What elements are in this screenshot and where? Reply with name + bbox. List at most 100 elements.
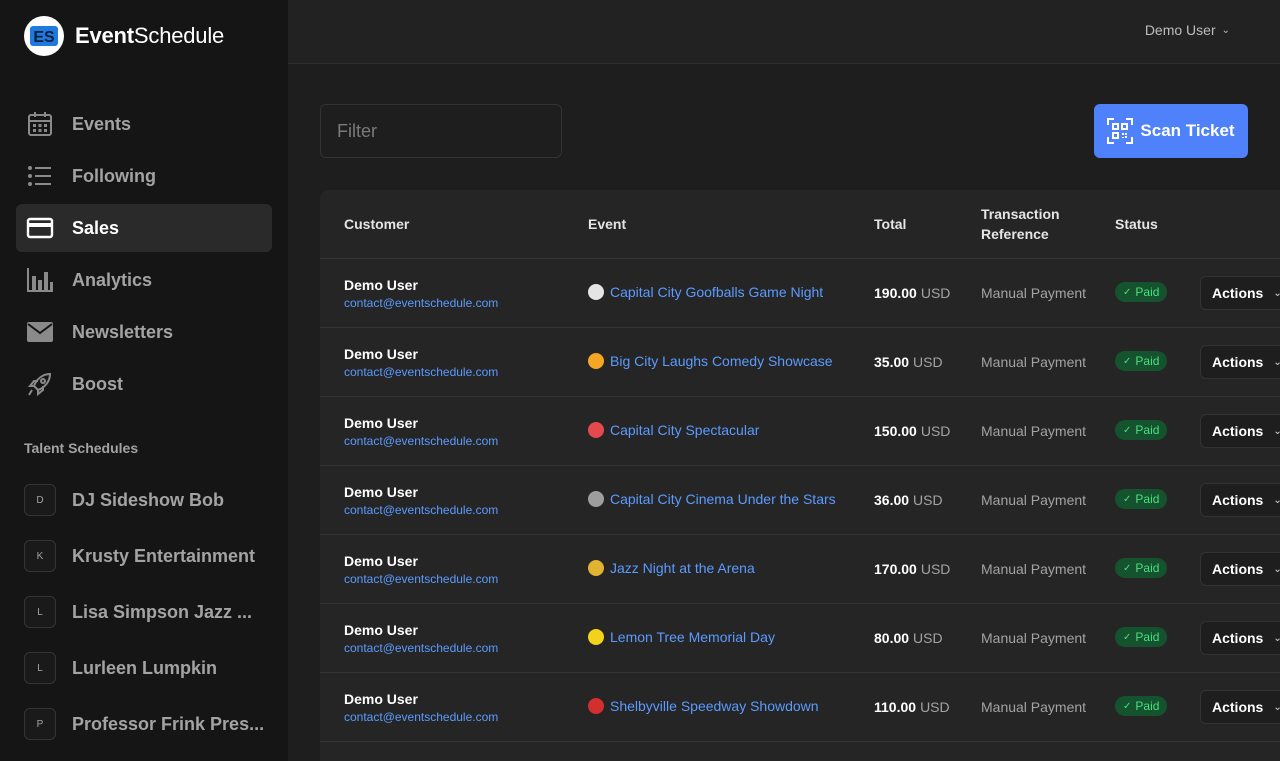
actions-dropdown[interactable]: Actions ⌄: [1200, 414, 1280, 448]
column-transaction-reference: Transaction Reference: [981, 206, 1060, 242]
column-total: Total: [874, 216, 907, 232]
order-total: 35.00 USD: [874, 354, 943, 370]
status-badge: ✓ Paid: [1115, 558, 1168, 578]
talent-item[interactable]: K Krusty Entertainment: [24, 528, 272, 584]
user-menu[interactable]: Demo User ⌄: [1145, 22, 1230, 38]
nav-item-following[interactable]: Following: [16, 152, 272, 200]
order-total: 80.00 USD: [874, 630, 943, 646]
talent-item[interactable]: P Professor Frink Pres...: [24, 696, 272, 752]
talent-name: Lurleen Lumpkin: [72, 657, 218, 678]
event-emoji-icon: [588, 629, 604, 645]
talent-name: Krusty Entertainment: [72, 545, 256, 566]
table-row: Demo User contact@eventschedule.com Capi…: [320, 397, 1280, 466]
nav-label: Analytics: [72, 269, 153, 290]
event-emoji-icon: [588, 422, 604, 438]
event-emoji-icon: [588, 353, 604, 369]
event-link[interactable]: Capital City Cinema Under the Stars: [588, 491, 836, 507]
event-link[interactable]: Jazz Night at the Arena: [588, 560, 755, 576]
list-icon: [26, 162, 54, 190]
order-total: 190.00 USD: [874, 285, 951, 301]
scan-ticket-label: Scan Ticket: [1140, 121, 1235, 140]
calendar-icon: [26, 110, 54, 138]
check-icon: ✓: [1123, 286, 1132, 298]
event-name: Capital City Goofballs Game Night: [610, 284, 824, 300]
transaction-reference: Manual Payment: [981, 561, 1087, 577]
nav-item-events[interactable]: Events: [16, 100, 272, 148]
transaction-reference: Manual Payment: [981, 285, 1087, 301]
talent-item[interactable]: L Lisa Simpson Jazz ...: [24, 584, 272, 640]
actions-dropdown[interactable]: Actions ⌄: [1200, 276, 1280, 310]
credit-card-icon: [26, 214, 54, 242]
status-badge: ✓ Paid: [1115, 627, 1168, 647]
filter-input[interactable]: [320, 104, 562, 158]
talent-avatar: D: [24, 484, 56, 516]
chevron-down-icon: ⌄: [1273, 494, 1280, 506]
event-name: Capital City Spectacular: [610, 422, 760, 438]
customer-email-link[interactable]: contact@eventschedule.com: [344, 503, 498, 517]
sales-table: Customer Event Total Transaction Referen…: [320, 190, 1280, 761]
brand-name: EventSchedule: [75, 23, 225, 48]
chevron-down-icon: ⌄: [1221, 24, 1230, 36]
event-link[interactable]: Capital City Goofballs Game Night: [588, 284, 823, 300]
nav-label: Sales: [72, 217, 120, 238]
main-nav: Events Following Sales Analytics Newslet…: [16, 100, 272, 412]
talent-name: Lisa Simpson Jazz ...: [72, 601, 253, 622]
talent-list: D DJ Sideshow Bob K Krusty Entertainment…: [24, 472, 272, 752]
event-link[interactable]: Lemon Tree Memorial Day: [588, 629, 775, 645]
qr-code-icon: [1107, 118, 1134, 144]
customer-name: Demo User: [344, 622, 418, 638]
event-emoji-icon: [588, 698, 604, 714]
talent-item[interactable]: L Lurleen Lumpkin: [24, 640, 272, 696]
event-name: Shelbyville Speedway Showdown: [610, 698, 819, 714]
check-icon: ✓: [1123, 424, 1132, 436]
logo-icon: ES: [24, 16, 64, 56]
nav-label: Boost: [72, 373, 123, 394]
order-total: 110.00 USD: [874, 699, 950, 715]
customer-name: Demo User: [344, 415, 418, 431]
nav-item-boost[interactable]: Boost: [16, 360, 272, 408]
nav-label: Following: [72, 165, 156, 186]
column-status: Status: [1115, 216, 1158, 232]
transaction-reference: Manual Payment: [981, 354, 1087, 370]
talent-item[interactable]: D DJ Sideshow Bob: [24, 472, 272, 528]
customer-email-link[interactable]: contact@eventschedule.com: [344, 710, 498, 724]
rocket-icon: [26, 370, 54, 398]
event-link[interactable]: Capital City Spectacular: [588, 422, 759, 438]
talent-section-title: Talent Schedules: [24, 440, 139, 456]
nav-item-sales[interactable]: Sales: [16, 204, 272, 252]
actions-dropdown[interactable]: Actions ⌄: [1200, 345, 1280, 379]
table-row: Demo User contact@eventschedule.com Jazz…: [320, 535, 1280, 604]
brand-logo[interactable]: ES EventSchedule: [24, 16, 224, 56]
check-icon: ✓: [1123, 355, 1132, 367]
customer-email-link[interactable]: contact@eventschedule.com: [344, 641, 498, 655]
order-total: 150.00 USD: [874, 423, 951, 439]
customer-email-link[interactable]: contact@eventschedule.com: [344, 572, 498, 586]
customer-email-link[interactable]: contact@eventschedule.com: [344, 365, 498, 379]
table-row: Demo User contact@eventschedule.com Big …: [320, 328, 1280, 397]
actions-dropdown[interactable]: Actions ⌄: [1200, 690, 1280, 724]
order-total: 170.00 USD: [874, 561, 951, 577]
status-badge: ✓ Paid: [1115, 351, 1168, 371]
talent-name: DJ Sideshow Bob: [72, 489, 225, 510]
column-customer: Customer: [344, 216, 410, 232]
customer-email-link[interactable]: contact@eventschedule.com: [344, 434, 498, 448]
actions-dropdown[interactable]: Actions ⌄: [1200, 483, 1280, 517]
event-link[interactable]: Big City Laughs Comedy Showcase: [588, 353, 833, 369]
customer-email-link[interactable]: contact@eventschedule.com: [344, 296, 498, 310]
check-icon: ✓: [1123, 631, 1132, 643]
scan-ticket-button[interactable]: Scan Ticket: [1094, 104, 1248, 158]
event-link[interactable]: Shelbyville Speedway Showdown: [588, 698, 819, 714]
transaction-reference: Manual Payment: [981, 492, 1087, 508]
event-emoji-icon: [588, 491, 604, 507]
actions-dropdown[interactable]: Actions ⌄: [1200, 621, 1280, 655]
nav-item-analytics[interactable]: Analytics: [16, 256, 272, 304]
chevron-down-icon: ⌄: [1273, 563, 1280, 575]
transaction-reference: Manual Payment: [981, 423, 1087, 439]
actions-dropdown[interactable]: Actions ⌄: [1200, 552, 1280, 586]
chevron-down-icon: ⌄: [1273, 425, 1280, 437]
table-row: Demo User contact@eventschedule.com Capi…: [320, 466, 1280, 535]
transaction-reference: Manual Payment: [981, 699, 1087, 715]
nav-item-newsletters[interactable]: Newsletters: [16, 308, 272, 356]
chevron-down-icon: ⌄: [1273, 287, 1280, 299]
svg-text:ES: ES: [33, 29, 55, 46]
